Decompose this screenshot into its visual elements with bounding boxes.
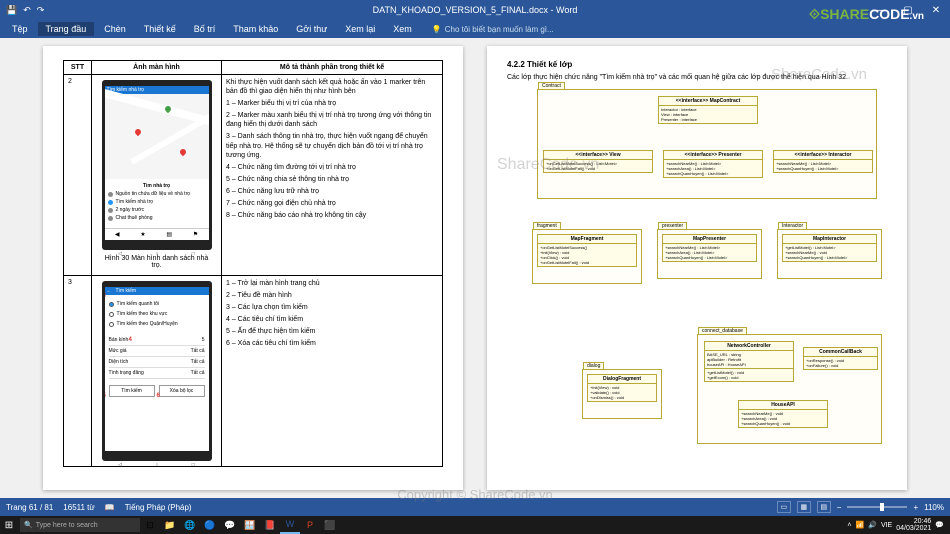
tab-view[interactable]: Xem: [385, 22, 420, 36]
tab-review[interactable]: Xem lại: [337, 22, 383, 36]
tray-language[interactable]: VIE: [881, 522, 892, 529]
sharecode-logo: ⟐SHARECODE.vn: [809, 6, 924, 23]
tab-design[interactable]: Thiết kế: [136, 22, 184, 36]
phone-action-bar: ◀ ★ ▤ ⚑: [105, 228, 209, 240]
save-icon: ▤: [166, 231, 172, 238]
cell-stt: 3: [64, 276, 92, 467]
tellme-search[interactable]: 💡Cho tôi biết bạn muốn làm gì...: [432, 25, 554, 34]
web-layout-button[interactable]: ▤: [817, 501, 831, 513]
taskbar-app[interactable]: 📁: [160, 516, 180, 534]
tab-home[interactable]: Trang đầu: [38, 22, 95, 36]
qat: 💾 ↶ ↷: [0, 5, 44, 16]
phone-map: [105, 94, 209, 179]
tray-clock[interactable]: 20:46 04/03/2021: [896, 518, 931, 532]
taskbar-app[interactable]: 🔵: [200, 516, 220, 534]
taskbar-app[interactable]: 🪟: [240, 516, 260, 534]
table-row: 2 Tìm kiếm nhà trọ: [64, 75, 443, 276]
uml-diagram: Contract <<interface>> MapContract Inter…: [507, 89, 887, 469]
cell-description: 1 – Trở lại màn hình trang chủ 2 – Tiêu …: [222, 276, 443, 467]
tab-insert[interactable]: Chèn: [96, 22, 134, 36]
system-tray: ˄ 📶 🔊 VIE 20:46 04/03/2021 💬: [847, 518, 950, 532]
cell-screenshot: ←Tìm kiếm 3 Tìm kiếm quanh tôi Tìm kiếm …: [92, 276, 222, 467]
tab-file[interactable]: Tệp: [4, 22, 36, 36]
table-row: 3 ←Tìm kiếm 3 Tìm kiếm quanh tôi Tìm kiế…: [64, 276, 443, 467]
design-table: STT Ảnh màn hình Mô tả thành phần trong …: [63, 60, 443, 467]
zoom-level[interactable]: 110%: [924, 503, 944, 512]
section-heading: 4.2.2 Thiết kế lớp: [507, 60, 887, 69]
tray-chevron-icon[interactable]: ˄: [847, 522, 851, 529]
search-icon: 🔍: [24, 521, 33, 529]
search-button: Tìm kiếm: [109, 385, 155, 397]
task-view-button[interactable]: ⊡: [140, 516, 160, 534]
route-icon: ◀: [115, 231, 120, 238]
taskbar-powerpoint[interactable]: P: [300, 516, 320, 534]
read-mode-button[interactable]: ▭: [777, 501, 791, 513]
phone-appbar: ←Tìm kiếm: [105, 287, 209, 295]
taskbar-app[interactable]: 📕: [260, 516, 280, 534]
phone-mockup-1: Tìm kiếm nhà trọ Tìm nhà trọ Nguồn tin: [102, 80, 212, 250]
page-right: ShareCode.vn ShareCode.vn 4.2.2 Thiết kế…: [487, 46, 907, 490]
status-bar: Trang 61 / 81 16511 từ 📖 Tiếng Pháp (Phá…: [0, 498, 950, 516]
page-indicator[interactable]: Trang 61 / 81: [6, 503, 53, 512]
close-button[interactable]: ✕: [922, 5, 950, 16]
marker-red-icon: [178, 148, 186, 156]
phone-result-card: Tìm nhà trọ Nguồn tin chứa dữ liệu về nh…: [105, 179, 209, 225]
cell-screenshot: Tìm kiếm nhà trọ Tìm nhà trọ Nguồn tin: [92, 75, 222, 276]
col-img: Ảnh màn hình: [92, 61, 222, 75]
document-workspace: STT Ảnh màn hình Mô tả thành phần trong …: [0, 38, 950, 498]
tab-references[interactable]: Tham khảo: [225, 22, 286, 36]
word-count[interactable]: 16511 từ: [63, 503, 94, 512]
print-layout-button[interactable]: ▦: [797, 501, 811, 513]
taskbar-app[interactable]: 🌐: [180, 516, 200, 534]
start-button[interactable]: ⊞: [0, 516, 18, 534]
col-desc: Mô tả thành phần trong thiết kế: [222, 61, 443, 75]
window-title: DATN_KHOADO_VERSION_5_FINAL.docx - Word: [373, 5, 578, 15]
page-left: STT Ảnh màn hình Mô tả thành phần trong …: [43, 46, 463, 490]
phone-mockup-2: ←Tìm kiếm 3 Tìm kiếm quanh tôi Tìm kiếm …: [102, 281, 212, 461]
redo-icon[interactable]: ↷: [37, 5, 45, 16]
save-icon[interactable]: 💾: [6, 5, 17, 16]
tab-mailings[interactable]: Gởi thư: [288, 22, 335, 36]
cell-description: Khi thực hiện vuốt danh sách kết quả hoặ…: [222, 75, 443, 276]
tab-layout[interactable]: Bố trí: [186, 22, 224, 36]
titlebar: 💾 ↶ ↷ DATN_KHOADO_VERSION_5_FINAL.docx -…: [0, 0, 950, 20]
undo-icon[interactable]: ↶: [23, 5, 31, 16]
zoom-out-button[interactable]: −: [837, 503, 842, 512]
clear-button: Xóa bộ lọc: [159, 385, 205, 397]
windows-taskbar: ⊞ 🔍Type here to search ⊡ 📁 🌐 🔵 💬 🪟 📕 W P…: [0, 516, 950, 534]
tray-network-icon[interactable]: 📶: [856, 521, 865, 529]
zoom-in-button[interactable]: +: [913, 503, 918, 512]
lightbulb-icon: 💡: [432, 25, 442, 34]
marker-red-icon: [133, 128, 141, 136]
taskbar-app[interactable]: 💬: [220, 516, 240, 534]
cell-stt: 2: [64, 75, 92, 276]
spellcheck-icon[interactable]: 📖: [105, 503, 115, 512]
zoom-slider[interactable]: [847, 506, 907, 508]
taskbar-search[interactable]: 🔍Type here to search: [20, 518, 140, 532]
report-icon: ⚑: [193, 231, 198, 238]
share-icon: ★: [140, 231, 145, 238]
ribbon-tabs: Tệp Trang đầu Chèn Thiết kế Bố trí Tham …: [0, 20, 950, 38]
col-stt: STT: [64, 61, 92, 75]
tray-volume-icon[interactable]: 🔊: [868, 521, 877, 529]
taskbar-app[interactable]: ⬛: [320, 516, 340, 534]
notifications-button[interactable]: 💬: [935, 521, 944, 529]
taskbar-word[interactable]: W: [280, 516, 300, 534]
language-indicator[interactable]: Tiếng Pháp (Pháp): [125, 503, 192, 512]
